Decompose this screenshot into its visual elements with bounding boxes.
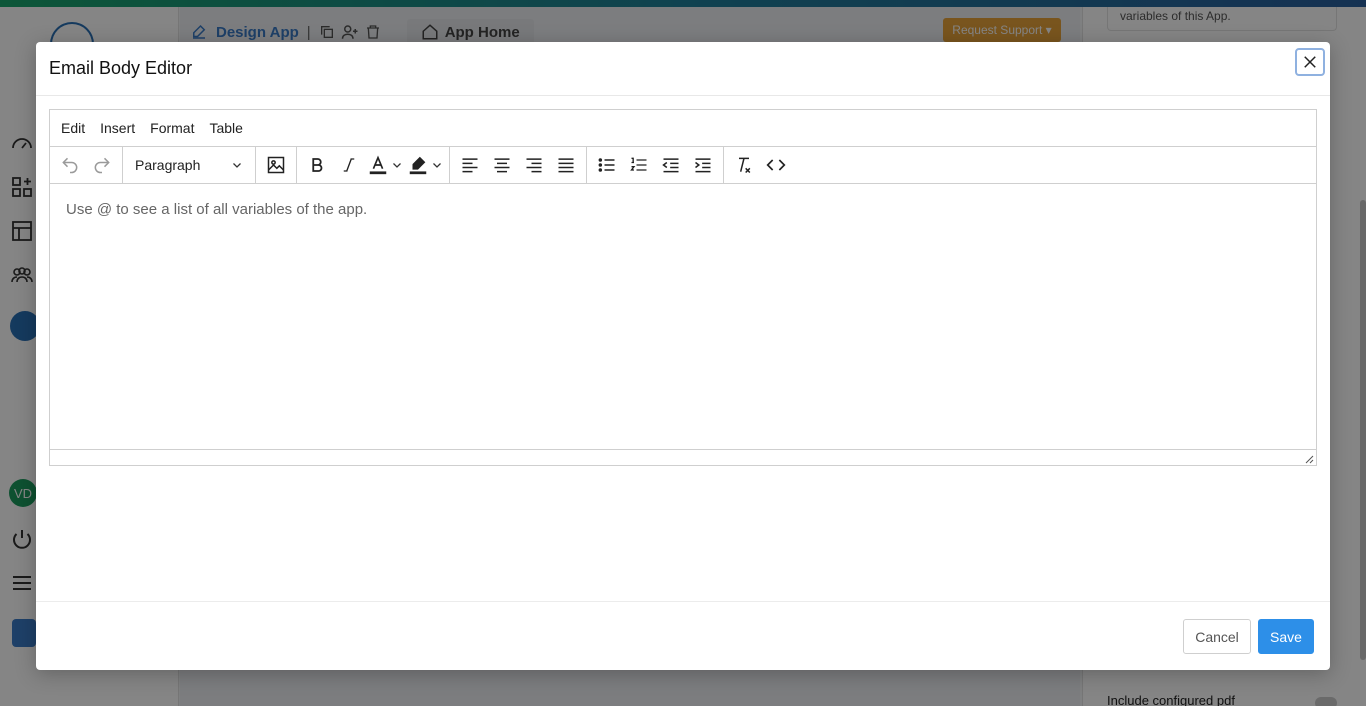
align-center-button[interactable] <box>488 151 516 179</box>
align-left-icon <box>462 158 478 173</box>
redo-button[interactable] <box>88 151 116 179</box>
misc-group <box>724 147 796 183</box>
editor-toolbar: Paragraph <box>50 147 1316 184</box>
clear-formatting-button[interactable] <box>730 151 758 179</box>
indent-button[interactable] <box>689 151 717 179</box>
align-justify-button[interactable] <box>552 151 580 179</box>
editor-menubar: Edit Insert Format Table <box>50 110 1316 147</box>
editor-placeholder: Use @ to see a list of all variables of … <box>66 201 368 218</box>
undo-icon <box>62 157 78 174</box>
insert-image-group <box>256 147 297 183</box>
source-code-icon <box>766 159 786 171</box>
block-format-group: Paragraph <box>123 147 256 183</box>
menu-format[interactable]: Format <box>150 120 194 136</box>
resize-handle-icon[interactable] <box>1304 454 1314 464</box>
menu-insert[interactable]: Insert <box>100 120 135 136</box>
undo-button[interactable] <box>56 151 84 179</box>
block-format-select[interactable]: Paragraph <box>129 151 249 179</box>
close-button[interactable] <box>1295 48 1325 76</box>
text-style-group <box>297 147 450 183</box>
align-left-button[interactable] <box>456 151 484 179</box>
bold-icon <box>312 158 323 172</box>
redo-icon <box>94 157 110 174</box>
numbered-list-icon <box>630 157 647 171</box>
align-right-button[interactable] <box>520 151 548 179</box>
italic-icon <box>343 158 355 172</box>
bullet-list-button[interactable] <box>593 151 621 179</box>
block-format-value: Paragraph <box>135 157 201 173</box>
bold-button[interactable] <box>303 151 331 179</box>
list-indent-group <box>587 147 724 183</box>
menu-edit[interactable]: Edit <box>61 120 85 136</box>
text-color-chevron-icon[interactable] <box>391 159 403 171</box>
modal-footer: Cancel Save <box>36 601 1330 670</box>
text-color-icon <box>369 155 387 175</box>
email-body-editor-dialog: Email Body Editor Edit Insert Format Tab… <box>36 42 1330 670</box>
align-justify-icon <box>558 158 574 173</box>
cancel-button[interactable]: Cancel <box>1183 619 1251 654</box>
chevron-down-icon <box>233 163 241 168</box>
highlight-color-icon <box>409 156 427 175</box>
editor-statusbar <box>50 449 1316 465</box>
outdent-button[interactable] <box>657 151 685 179</box>
editor-content-area[interactable]: Use @ to see a list of all variables of … <box>50 184 1316 449</box>
bullet-list-icon <box>598 158 615 172</box>
numbered-list-button[interactable] <box>625 151 653 179</box>
insert-image-button[interactable] <box>262 151 290 179</box>
history-group <box>50 147 123 183</box>
clear-formatting-icon <box>739 157 751 174</box>
close-icon <box>1304 56 1316 68</box>
outdent-icon <box>662 158 679 173</box>
align-right-icon <box>526 158 542 173</box>
alignment-group <box>450 147 587 183</box>
indent-icon <box>695 158 711 173</box>
modal-title: Email Body Editor <box>49 58 193 78</box>
rich-text-editor: Edit Insert Format Table Paragraph Use @… <box>49 109 1317 466</box>
italic-button[interactable] <box>335 151 363 179</box>
highlight-chevron-icon[interactable] <box>431 159 443 171</box>
source-code-button[interactable] <box>762 151 790 179</box>
menu-table[interactable]: Table <box>209 120 242 136</box>
modal-header: Email Body Editor <box>36 42 1330 96</box>
image-icon <box>267 156 285 174</box>
text-color-button[interactable] <box>367 154 403 176</box>
save-button[interactable]: Save <box>1258 619 1314 654</box>
highlight-color-button[interactable] <box>407 154 443 176</box>
align-center-icon <box>494 158 510 173</box>
